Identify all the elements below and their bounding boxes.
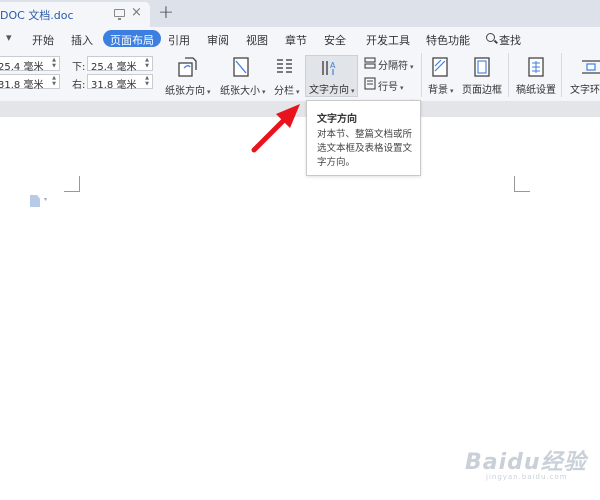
text-direction-label: 文字方向 [309, 85, 349, 96]
spin-arrows-icon[interactable]: ▲ ▼ [51, 75, 57, 88]
columns-label: 分栏 [274, 86, 294, 97]
margin-top-field[interactable]: 25.4 毫米 ▲ ▼ [0, 56, 60, 73]
margin-right-label: 右: [72, 80, 86, 91]
line-number-button[interactable]: 行号 ▾ [378, 78, 404, 93]
background-label: 背景 [428, 85, 448, 96]
chevron-down-icon: ▾ [410, 63, 414, 71]
search-label[interactable]: 查找 [499, 32, 521, 48]
chevron-down-icon: ▾ [400, 84, 404, 92]
ribbon-divider [561, 53, 562, 97]
page-border-icon[interactable] [472, 56, 492, 78]
spin-arrows-icon[interactable]: ▲ ▼ [51, 57, 57, 70]
page-orientation-button[interactable]: 纸张方向 ▾ [165, 82, 211, 97]
red-arrow-icon [251, 104, 300, 153]
background-icon[interactable] [430, 56, 450, 78]
margin-left-field[interactable]: 31.8 毫米 ▲ ▼ [0, 74, 60, 91]
monitor-icon[interactable] [114, 9, 125, 20]
menu-item-review[interactable]: 审阅 [207, 32, 229, 48]
page-corner-mark [514, 176, 530, 192]
margin-top-value: 25.4 毫米 [0, 62, 44, 73]
menu-item-security[interactable]: 安全 [324, 32, 346, 48]
menu-item-developer-tools[interactable]: 开发工具 [366, 32, 410, 48]
menu-item-home[interactable]: 开始 [32, 32, 54, 48]
tooltip-description: 对本节、整篇文档或所选文本框及表格设置文字方向。 [317, 129, 413, 168]
wps-writer-window: DOC 文档.doc × + ▾ 开始 插入 页面布局 引用 审阅 视图 章节 … [0, 0, 600, 500]
menu-item-chapter[interactable]: 章节 [285, 32, 307, 48]
text-wrap-button[interactable]: 文字环绕 [570, 81, 600, 96]
chevron-down-icon: ▾ [207, 88, 211, 96]
line-number-label: 行号 [378, 82, 398, 93]
watermark-text: Baidu经验 [465, 450, 587, 475]
margin-bottom-label: 下: [72, 62, 86, 73]
columns-button[interactable]: 分栏 ▾ [274, 82, 300, 97]
chevron-down-icon[interactable]: ▾ [44, 196, 47, 203]
page-border-button[interactable]: 页面边框 [462, 81, 502, 96]
svg-text:A: A [330, 61, 336, 70]
document-tab-bar: DOC 文档.doc × + [0, 0, 600, 27]
spin-arrows-icon[interactable]: ▲ ▼ [144, 57, 150, 70]
chevron-down-icon: ▾ [450, 87, 454, 95]
watermark-url: jingyan.baidu.com [486, 473, 568, 481]
paper-size-icon[interactable] [231, 56, 251, 78]
chevron-down-icon[interactable]: ▾ [6, 31, 12, 44]
columns-icon[interactable] [275, 56, 295, 78]
document-tab[interactable]: DOC 文档.doc × [0, 2, 150, 27]
separator-button[interactable]: 分隔符 ▾ [378, 57, 414, 72]
background-button[interactable]: 背景 ▾ [428, 81, 454, 96]
spin-arrows-icon[interactable]: ▲ ▼ [144, 75, 150, 88]
chevron-down-icon: ▾ [351, 87, 355, 95]
manuscript-icon[interactable] [526, 56, 546, 78]
tooltip-title: 文字方向 [317, 114, 357, 125]
add-tab-icon[interactable]: + [158, 1, 174, 23]
separator-icon[interactable] [364, 57, 376, 69]
paper-size-button[interactable]: 纸张大小 ▾ [220, 82, 266, 97]
search-icon[interactable] [486, 33, 495, 42]
menu-item-page-layout[interactable]: 页面布局 [103, 30, 161, 47]
menu-item-insert[interactable]: 插入 [71, 32, 93, 48]
text-direction-tooltip: 文字方向 对本节、整篇文档或所选文本框及表格设置文字方向。 [306, 100, 421, 176]
menu-item-special-features[interactable]: 特色功能 [426, 32, 470, 48]
document-icon[interactable] [30, 195, 40, 207]
text-direction-icon[interactable]: A [319, 58, 343, 78]
baidu-watermark: Baidu经验 jingyan.baidu.com [440, 442, 590, 482]
page-orientation-label: 纸张方向 [165, 86, 205, 97]
manuscript-button[interactable]: 稿纸设置 [516, 81, 556, 96]
margin-bottom-value: 25.4 毫米 [91, 62, 137, 73]
line-number-icon[interactable] [364, 77, 376, 90]
page-orientation-icon[interactable] [176, 56, 198, 78]
margin-left-value: 31.8 毫米 [0, 80, 44, 91]
text-wrap-icon[interactable] [582, 57, 600, 77]
ribbon-divider [421, 53, 422, 97]
document-tab-title: DOC 文档.doc [0, 9, 74, 22]
separator-label: 分隔符 [378, 61, 408, 72]
ribbon-divider [508, 53, 509, 97]
text-direction-label-wrap[interactable]: 文字方向 ▾ [309, 81, 355, 96]
chevron-down-icon: ▾ [262, 88, 266, 96]
margin-bottom-field[interactable]: 25.4 毫米 ▲ ▼ [87, 56, 153, 73]
chevron-down-icon: ▾ [296, 88, 300, 96]
close-icon[interactable]: × [131, 5, 142, 20]
margin-right-value: 31.8 毫米 [91, 80, 137, 91]
menu-item-references[interactable]: 引用 [168, 32, 190, 48]
paper-size-label: 纸张大小 [220, 86, 260, 97]
page-corner-mark [64, 176, 80, 192]
menu-bar: ▾ 开始 插入 页面布局 引用 审阅 视图 章节 安全 开发工具 特色功能 查找 [0, 27, 600, 51]
menu-item-view[interactable]: 视图 [246, 32, 268, 48]
margin-right-field[interactable]: 31.8 毫米 ▲ ▼ [87, 74, 153, 91]
